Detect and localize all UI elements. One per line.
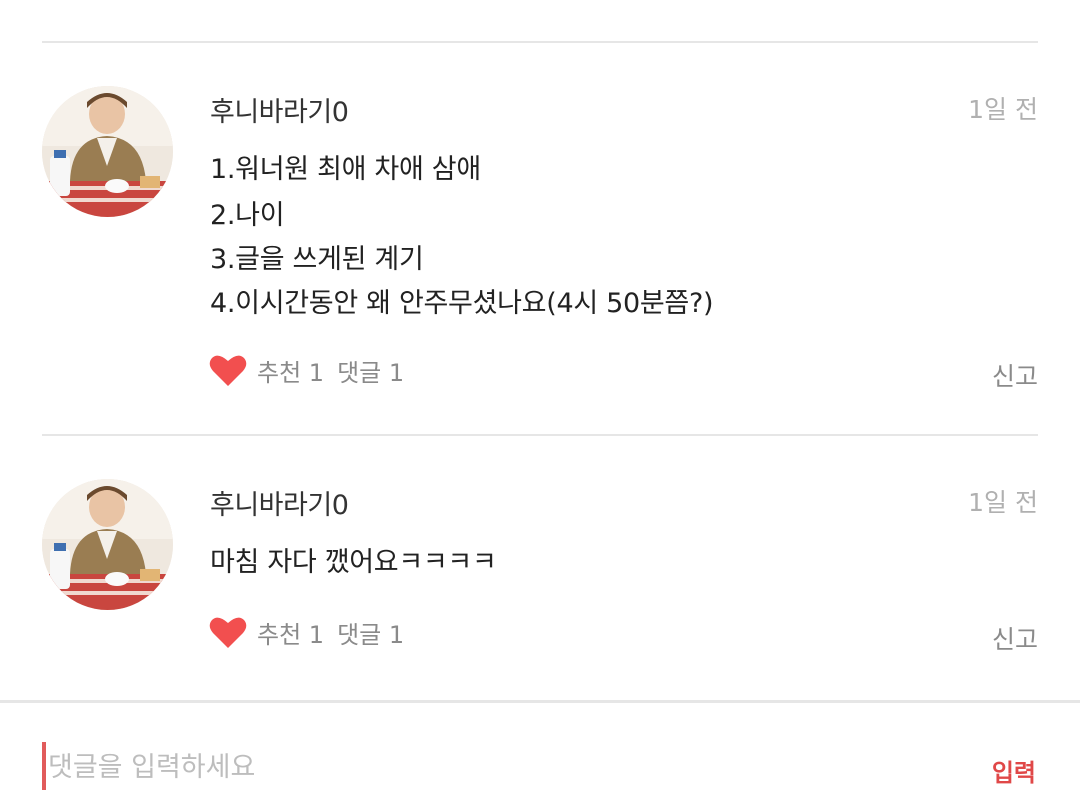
comment-actions: 추천 1 댓글 1 [208, 350, 417, 390]
avatar[interactable] [42, 86, 173, 217]
submit-button[interactable]: 입력 [992, 753, 1036, 788]
avatar[interactable] [42, 479, 173, 610]
comment-text-line: 1.워너원 최애 차애 삼애 [210, 154, 481, 185]
comment-author[interactable]: 후니바라기0 [210, 483, 349, 522]
top-divider [42, 41, 1038, 43]
reply-count[interactable]: 댓글 1 [337, 353, 404, 388]
comment-timestamp: 1일 전 [968, 95, 1038, 124]
comment-timestamp: 1일 전 [968, 488, 1038, 517]
input-bar-divider [0, 700, 1080, 703]
comment-divider [42, 434, 1038, 436]
heart-icon[interactable] [208, 612, 248, 652]
comment-author[interactable]: 후니바라기0 [210, 90, 349, 129]
comment-input[interactable] [48, 744, 948, 790]
report-button[interactable]: 신고 [992, 357, 1038, 393]
reply-count[interactable]: 댓글 1 [337, 615, 404, 650]
comment-text-line: 2.나이 [210, 200, 285, 231]
heart-icon[interactable] [208, 350, 248, 390]
comment-text-line: 3.글을 쓰게된 계기 [210, 244, 424, 275]
comment-text-line: 마침 자다 깼어요ㅋㅋㅋㅋ [210, 547, 497, 578]
recommend-count[interactable]: 추천 1 [257, 615, 324, 650]
recommend-count[interactable]: 추천 1 [257, 353, 324, 388]
comment-actions: 추천 1 댓글 1 [208, 612, 417, 652]
report-button[interactable]: 신고 [992, 620, 1038, 656]
text-cursor [42, 742, 46, 790]
comment-text-line: 4.이시간동안 왜 안주무셨나요(4시 50분쯤?) [210, 288, 714, 319]
